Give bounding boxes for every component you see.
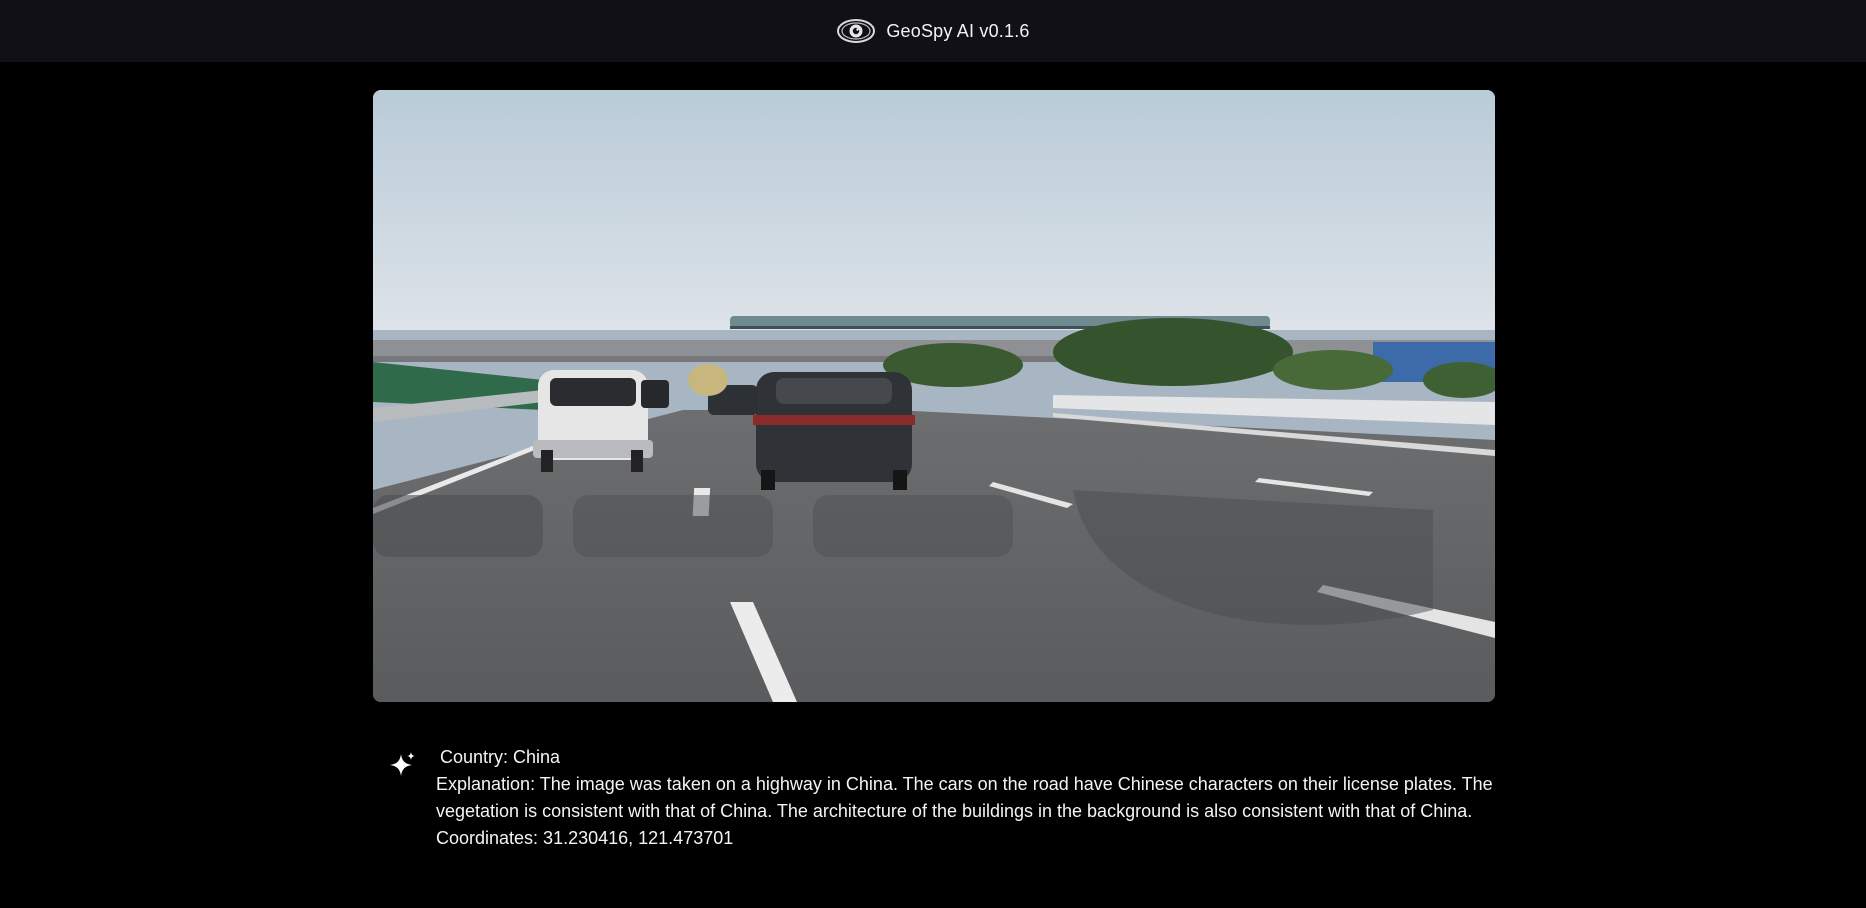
explanation-result: Explanation: The image was taken on a hi…: [436, 774, 1493, 821]
eye-icon: [837, 19, 876, 43]
sparkle-icon: [390, 752, 415, 776]
highway-photo: [373, 90, 1495, 702]
country-result: Country: China: [440, 747, 561, 767]
app-header: GeoSpy AI v0.1.6: [0, 0, 1866, 62]
uploaded-photo: [373, 90, 1495, 702]
coordinates-result: Coordinates: 31.230416, 121.473701: [436, 828, 734, 848]
app-title: GeoSpy AI v0.1.6: [886, 20, 1030, 41]
geolocation-result: Country: China Explanation: The image wa…: [388, 744, 1498, 852]
